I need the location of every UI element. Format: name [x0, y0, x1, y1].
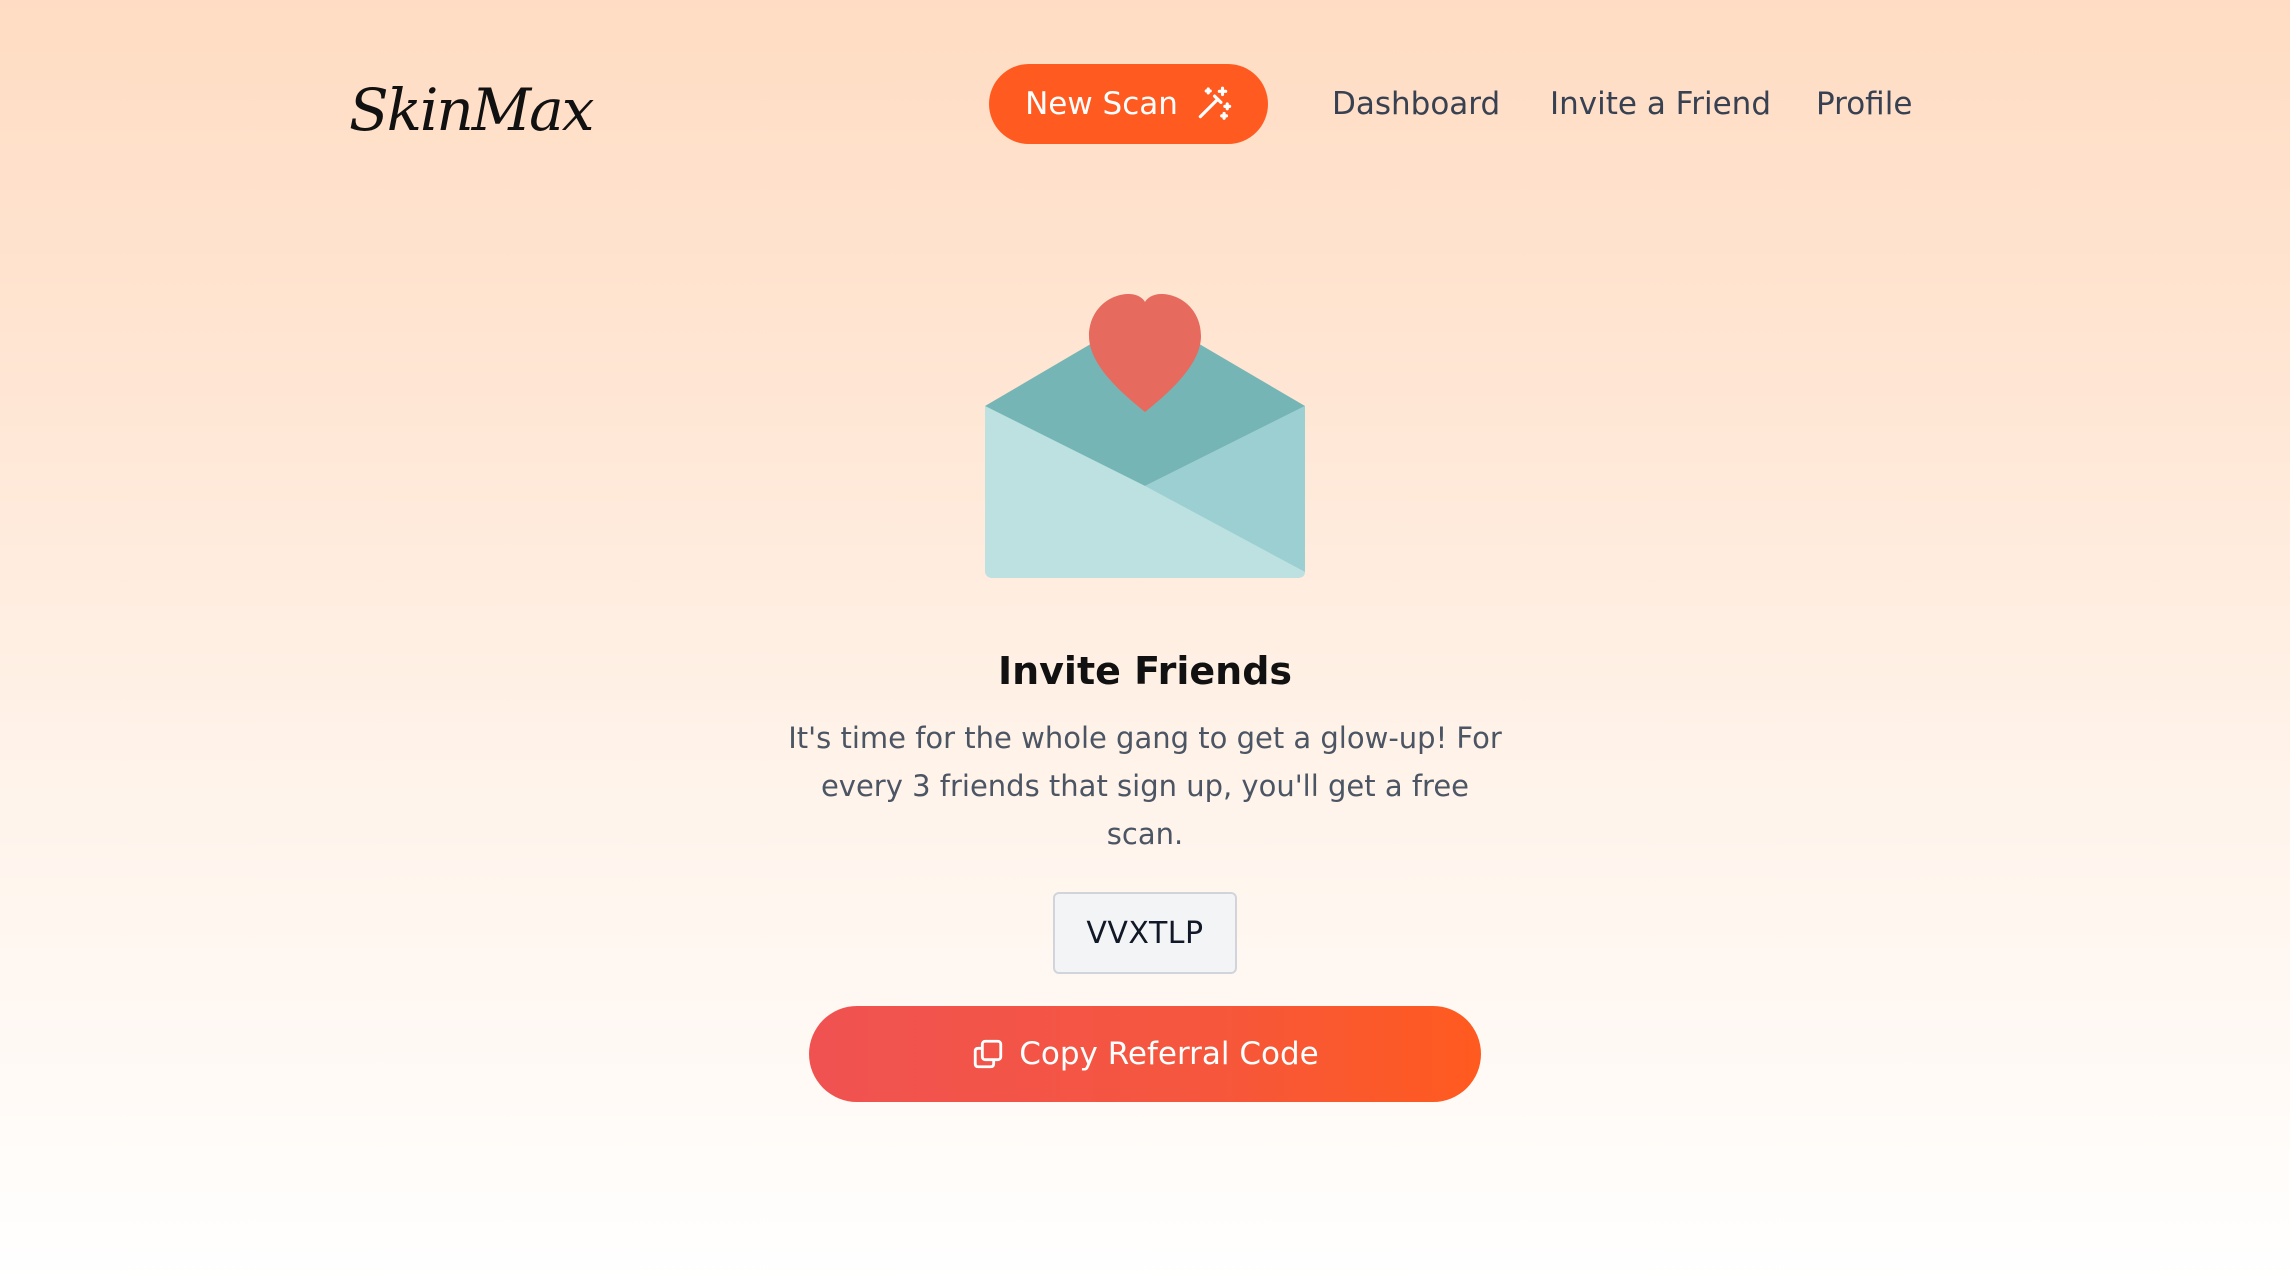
logo[interactable]: SkinMax	[349, 70, 594, 150]
referral-code-field[interactable]: VVXTLP	[1053, 892, 1237, 974]
copy-referral-code-label: Copy Referral Code	[1019, 1036, 1319, 1072]
copy-icon	[974, 1039, 1003, 1069]
nav-invite-a-friend[interactable]: Invite a Friend	[1550, 80, 1771, 128]
top-navigation: SkinMax New Scan Dashboard Invite a Frie…	[0, 0, 2290, 210]
nav-profile[interactable]: Profile	[1816, 80, 1912, 128]
new-scan-label: New Scan	[1025, 86, 1178, 122]
copy-referral-code-button[interactable]: Copy Referral Code	[809, 1006, 1481, 1102]
envelope-heart-icon	[985, 294, 1305, 578]
new-scan-button[interactable]: New Scan	[989, 64, 1268, 144]
page-title: Invite Friends	[997, 649, 1293, 693]
invite-description: It's time for the whole gang to get a gl…	[788, 721, 1502, 851]
nav-dashboard[interactable]: Dashboard	[1332, 80, 1500, 128]
magic-wand-icon	[1198, 86, 1232, 120]
